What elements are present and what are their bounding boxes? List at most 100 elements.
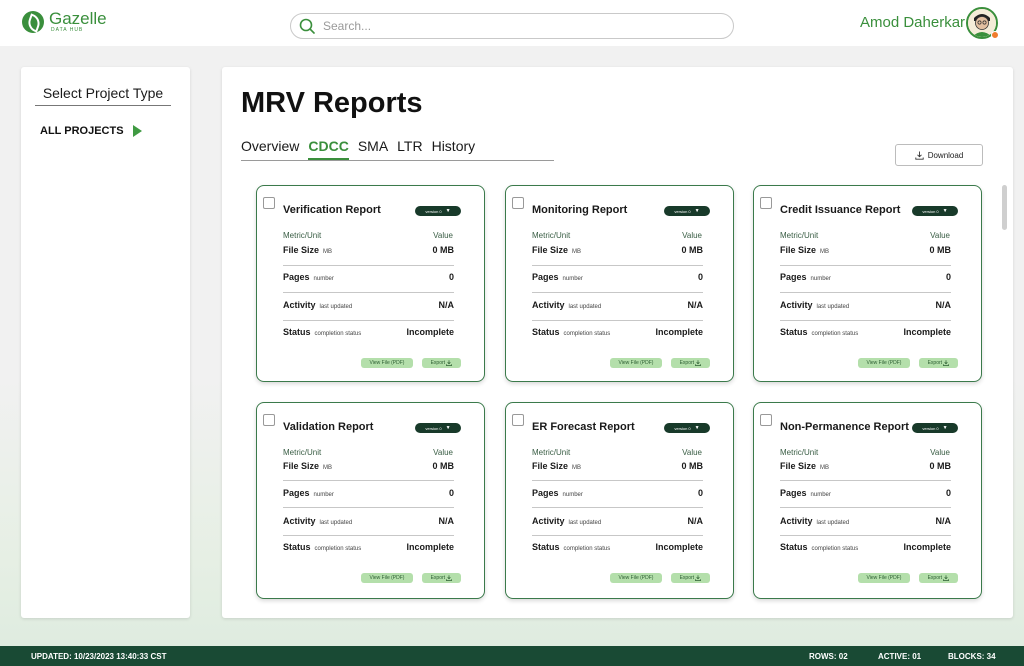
metric-label: Activity — [532, 300, 565, 310]
export-icon — [446, 575, 453, 581]
view-file-button[interactable]: View File (PDF) — [858, 573, 910, 583]
export-button[interactable]: Export — [671, 573, 710, 583]
export-label: Export — [927, 360, 943, 366]
app-logo[interactable]: Gazelle DATA HUB — [22, 10, 107, 33]
export-label: Export — [679, 575, 695, 581]
version-dropdown[interactable]: version 0 ▼ — [912, 423, 958, 433]
view-file-label: View File (PDF) — [369, 575, 405, 581]
view-file-button[interactable]: View File (PDF) — [610, 573, 662, 583]
report-card-er-forecast: ER Forecast Report version 0 ▼ Metric/Uni… — [505, 402, 734, 599]
metric-value: N/A — [687, 516, 704, 526]
divider — [283, 265, 454, 266]
metric-value: 0 MB — [929, 461, 951, 471]
active-count: ACTIVE: 01 — [878, 652, 922, 661]
metric-unit: number — [562, 492, 583, 498]
divider — [780, 292, 951, 293]
metric-unit: MB — [323, 249, 333, 255]
metric-unit: last updated — [568, 520, 602, 526]
view-file-button[interactable]: View File (PDF) — [361, 358, 413, 368]
metric-label: Status — [532, 542, 560, 552]
metric-label: Pages — [780, 272, 807, 282]
export-button[interactable]: Export — [919, 358, 958, 368]
metric-header: Metric/Unit — [780, 231, 819, 240]
select-checkbox[interactable] — [512, 414, 524, 426]
export-button[interactable]: Export — [422, 573, 461, 583]
export-icon — [943, 575, 950, 581]
download-button[interactable]: Download — [895, 144, 983, 166]
card-title: ER Forecast Report — [532, 421, 635, 433]
metric-unit: number — [313, 276, 334, 282]
version-label: version 0 — [674, 208, 691, 214]
metric-value: 0 — [945, 488, 951, 498]
metric-label: File Size — [780, 245, 817, 255]
status-row: Status completion status Incomplete — [283, 327, 454, 343]
export-button[interactable]: Export — [919, 573, 958, 583]
view-file-button[interactable]: View File (PDF) — [361, 573, 413, 583]
tab-sma[interactable]: SMA — [358, 138, 388, 160]
search-bar[interactable] — [290, 13, 734, 39]
metric-unit: completion status — [314, 546, 362, 552]
download-label: Download — [927, 150, 964, 160]
view-file-label: View File (PDF) — [866, 575, 902, 581]
metric-label: File Size — [532, 461, 569, 471]
divider — [532, 535, 703, 536]
metric-unit: last updated — [319, 520, 353, 526]
activity-row: Activity last updated N/A — [283, 516, 454, 532]
select-checkbox[interactable] — [760, 197, 772, 209]
sidebar-item-all-projects[interactable]: ALL PROJECTS — [40, 125, 142, 137]
play-arrow-icon — [132, 125, 142, 137]
report-card-verification: Verification Report version 0 ▼ Metric/Un… — [256, 185, 485, 382]
report-card-credit-issuance: Credit Issuance Report version 0 ▼ Metric… — [753, 185, 982, 382]
divider — [283, 320, 454, 321]
metric-unit: MB — [820, 465, 830, 471]
metric-unit: last updated — [319, 304, 353, 310]
search-input[interactable] — [323, 19, 703, 33]
report-card-non-permanence: Non-Permanence Report version 0 ▼ Metric/… — [753, 402, 982, 599]
export-label: Export — [430, 360, 446, 366]
report-card-monitoring: Monitoring Report version 0 ▼ Metric/Unit… — [505, 185, 734, 382]
metric-label: Activity — [532, 516, 565, 526]
select-checkbox[interactable] — [263, 197, 275, 209]
version-dropdown[interactable]: version 0 ▼ — [912, 206, 958, 216]
tab-overview[interactable]: Overview — [241, 138, 299, 160]
rows-count: ROWS: 02 — [809, 652, 848, 661]
metric-header: Metric/Unit — [532, 231, 571, 240]
view-file-button[interactable]: View File (PDF) — [610, 358, 662, 368]
metric-label: File Size — [283, 245, 320, 255]
version-dropdown[interactable]: version 0 ▼ — [415, 206, 461, 216]
tab-history[interactable]: History — [432, 138, 476, 160]
select-checkbox[interactable] — [760, 414, 772, 426]
metric-unit: MB — [323, 465, 333, 471]
metric-label: File Size — [780, 461, 817, 471]
export-button[interactable]: Export — [671, 358, 710, 368]
user-name[interactable]: Amod Daherkar — [860, 14, 965, 31]
pages-row: Pages number 0 — [780, 272, 951, 288]
version-label: version 0 — [425, 425, 442, 431]
version-dropdown[interactable]: version 0 ▼ — [664, 423, 710, 433]
version-label: version 0 — [674, 425, 691, 431]
select-checkbox[interactable] — [512, 197, 524, 209]
metric-label: Activity — [283, 300, 316, 310]
view-file-button[interactable]: View File (PDF) — [858, 358, 910, 368]
version-dropdown[interactable]: version 0 ▼ — [415, 423, 461, 433]
metric-header: Metric/Unit — [283, 231, 322, 240]
export-icon — [695, 575, 702, 581]
caret-down-icon: ▼ — [694, 208, 700, 214]
metric-label: Activity — [780, 516, 813, 526]
tab-ltr[interactable]: LTR — [397, 138, 422, 160]
divider — [780, 265, 951, 266]
main-panel: MRV Reports Overview CDCC SMA LTR Histor… — [222, 67, 1013, 618]
metric-label: Status — [283, 327, 311, 337]
scrollbar[interactable] — [1002, 185, 1007, 230]
divider — [532, 480, 703, 481]
export-button[interactable]: Export — [422, 358, 461, 368]
metric-unit: number — [313, 492, 334, 498]
metric-label: Status — [283, 542, 311, 552]
version-dropdown[interactable]: version 0 ▼ — [664, 206, 710, 216]
tab-cdcc[interactable]: CDCC — [308, 138, 349, 160]
divider — [532, 320, 703, 321]
metric-value: Incomplete — [655, 542, 703, 552]
metric-header: Metric/Unit — [283, 448, 322, 457]
select-checkbox[interactable] — [263, 414, 275, 426]
file-size-row: File Size MB 0 MB — [532, 245, 703, 261]
